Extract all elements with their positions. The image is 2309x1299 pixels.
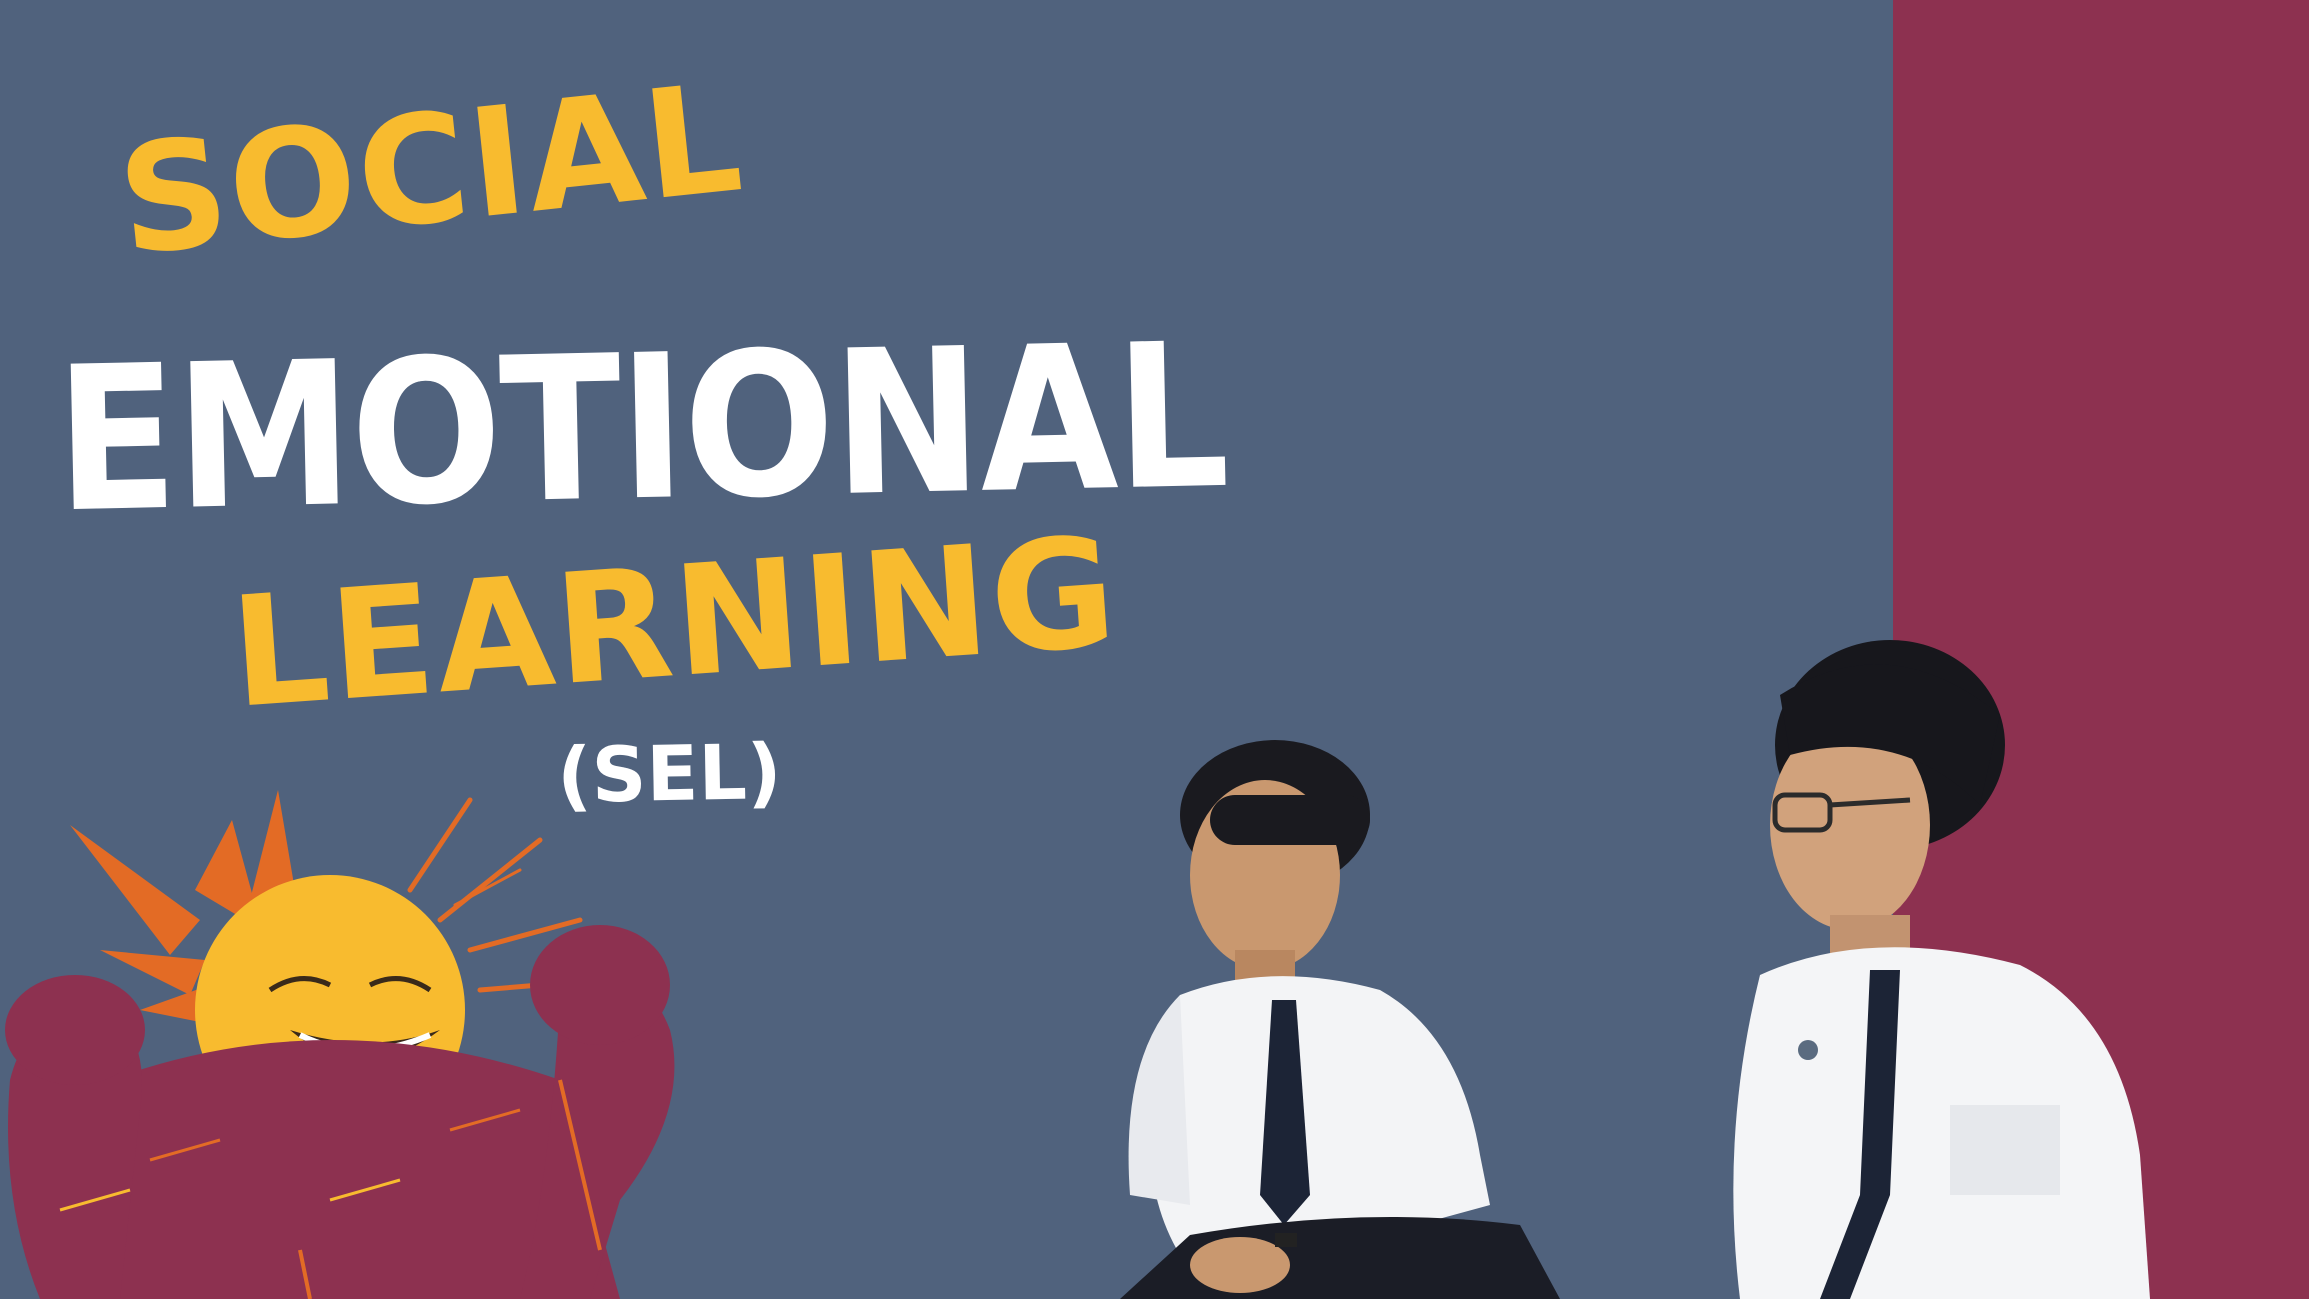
slide-canvas: SOCIAL EMOTIONAL LEARNING (SEL) bbox=[0, 0, 2309, 1299]
seated-student-icon bbox=[1120, 740, 1560, 1299]
seated-student-with-glasses-icon bbox=[1733, 640, 2150, 1299]
title-social: SOCIAL bbox=[110, 51, 751, 290]
cheering-sun-mascot-icon bbox=[5, 790, 675, 1299]
